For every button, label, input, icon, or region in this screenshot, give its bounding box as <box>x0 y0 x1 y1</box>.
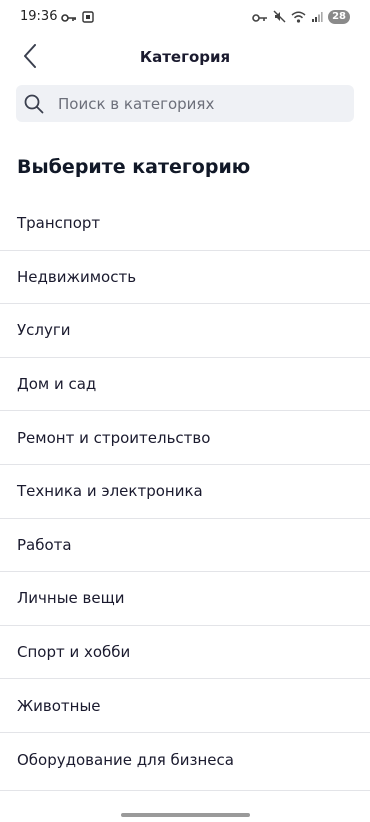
category-item[interactable]: Транспорт <box>0 197 370 251</box>
category-item[interactable]: Оборудование для бизнеса <box>0 733 370 787</box>
section-title: Выберите категорию <box>17 156 251 178</box>
category-item[interactable]: Ремонт и строительство <box>0 411 370 465</box>
status-right-icons: 28 <box>252 9 350 25</box>
category-list: Транспорт Недвижимость Услуги Дом и сад … <box>0 197 370 787</box>
status-left-icons <box>61 10 94 24</box>
wifi-icon <box>291 8 306 27</box>
category-item[interactable]: Личные вещи <box>0 572 370 626</box>
key-icon <box>61 8 77 27</box>
signal-icon <box>311 8 323 27</box>
home-indicator[interactable] <box>121 813 250 817</box>
category-item[interactable]: Животные <box>0 679 370 733</box>
category-item[interactable]: Техника и электроника <box>0 465 370 519</box>
vpn-key-icon <box>252 8 268 27</box>
category-item[interactable]: Спорт и хобби <box>0 626 370 680</box>
search-box[interactable] <box>16 85 354 122</box>
page-title: Категория <box>139 48 231 66</box>
status-bar: 19:36 28 <box>0 0 370 34</box>
search-icon <box>24 93 46 115</box>
category-item[interactable]: Недвижимость <box>0 251 370 305</box>
header: Категория <box>0 38 370 78</box>
battery-badge: 28 <box>328 10 350 24</box>
bottom-divider <box>0 790 370 791</box>
mute-icon <box>273 8 286 27</box>
screenshot-icon <box>82 8 94 27</box>
status-time: 19:36 <box>20 9 58 24</box>
search-input[interactable] <box>58 94 328 113</box>
category-item[interactable]: Услуги <box>0 304 370 358</box>
category-item[interactable]: Дом и сад <box>0 358 370 412</box>
category-item[interactable]: Работа <box>0 519 370 573</box>
